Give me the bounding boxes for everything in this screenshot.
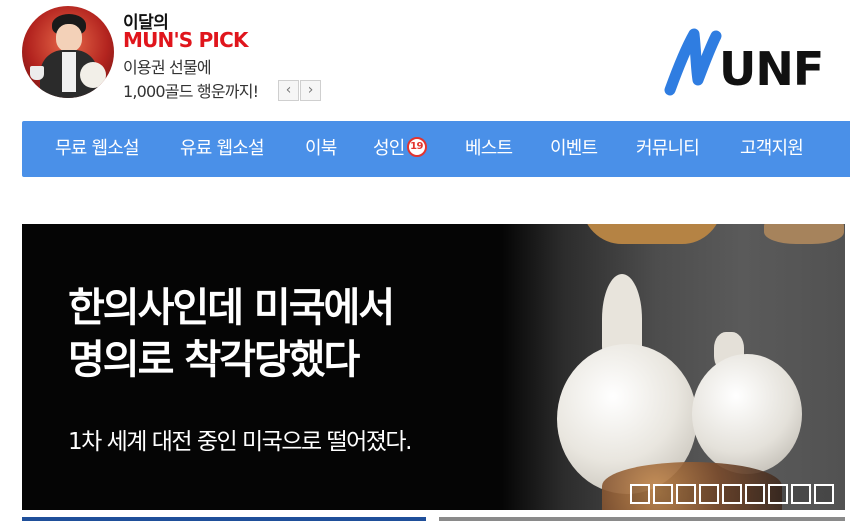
banner-headline: 한의사인데 미국에서 명의로 착각당했다 <box>68 282 395 386</box>
main-banner[interactable]: 한의사인데 미국에서 명의로 착각당했다 1차 세계 대전 중인 미국으로 떨어… <box>22 224 845 510</box>
slide-dot[interactable] <box>791 484 811 504</box>
nav-label: 무료 웹소설 <box>55 138 140 159</box>
nav-event[interactable]: 이벤트 <box>550 121 598 177</box>
promo-line-2: 1,000골드 행운까지! <box>123 82 259 101</box>
nav-label: 이벤트 <box>550 138 598 159</box>
promo-brand: MUN'S PICK <box>123 28 248 52</box>
nav-label: 커뮤니티 <box>636 138 700 159</box>
page: 이달의 MUN'S PICK 이용권 선물에 1,000골드 행운까지! ‹ ›… <box>0 0 850 521</box>
nav-free-webnovel[interactable]: 무료 웹소설 <box>55 121 140 177</box>
nav-label: 베스트 <box>465 138 513 159</box>
slide-dot[interactable] <box>630 484 650 504</box>
nav-best[interactable]: 베스트 <box>465 121 513 177</box>
nav-adult[interactable]: 성인 19 <box>373 121 427 177</box>
banner-cloth-ball-right <box>692 354 802 474</box>
promo-pager: ‹ › <box>278 80 321 101</box>
promo-prev-button[interactable]: ‹ <box>278 80 299 101</box>
nav-community[interactable]: 커뮤니티 <box>636 121 700 177</box>
slide-dot[interactable] <box>814 484 834 504</box>
banner-headline-line2: 명의로 착각당했다 <box>68 337 360 383</box>
site-logo[interactable]: UNF <box>664 28 850 98</box>
banner-slide-indicators <box>630 484 837 504</box>
banner-herb-shape <box>764 224 844 244</box>
slide-dot[interactable] <box>768 484 788 504</box>
promo-next-button[interactable]: › <box>300 80 321 101</box>
slide-dot[interactable] <box>699 484 719 504</box>
nav-label: 이북 <box>305 138 337 159</box>
logo-m-icon <box>664 28 722 96</box>
monthly-pick-promo[interactable]: 이달의 MUN'S PICK 이용권 선물에 1,000골드 행운까지! ‹ › <box>22 6 322 104</box>
slide-dot[interactable] <box>676 484 696 504</box>
logo-text: UNF <box>719 42 824 96</box>
nav-paid-webnovel[interactable]: 유료 웹소설 <box>180 121 265 177</box>
nav-ebook[interactable]: 이북 <box>305 121 337 177</box>
main-nav: 무료 웹소설 유료 웹소설 이북 성인 19 베스트 이벤트 커뮤니티 고객지원 <box>22 121 850 177</box>
banner-subtitle: 1차 세계 대전 중인 미국으로 떨어졌다. <box>68 429 412 455</box>
promo-character-image[interactable] <box>22 6 114 98</box>
banner-headline-line1: 한의사인데 미국에서 <box>68 285 395 331</box>
slide-dot[interactable] <box>722 484 742 504</box>
nav-label: 고객지원 <box>740 138 804 159</box>
slide-dot[interactable] <box>745 484 765 504</box>
nav-label: 유료 웹소설 <box>180 138 265 159</box>
nav-label: 성인 <box>373 138 405 159</box>
adult-19-badge-icon: 19 <box>406 137 427 157</box>
slide-dot[interactable] <box>653 484 673 504</box>
nav-customer-support[interactable]: 고객지원 <box>740 121 804 177</box>
content-card-right[interactable] <box>439 517 845 521</box>
content-card-left[interactable] <box>22 517 426 521</box>
promo-line-1: 이용권 선물에 <box>123 58 212 77</box>
